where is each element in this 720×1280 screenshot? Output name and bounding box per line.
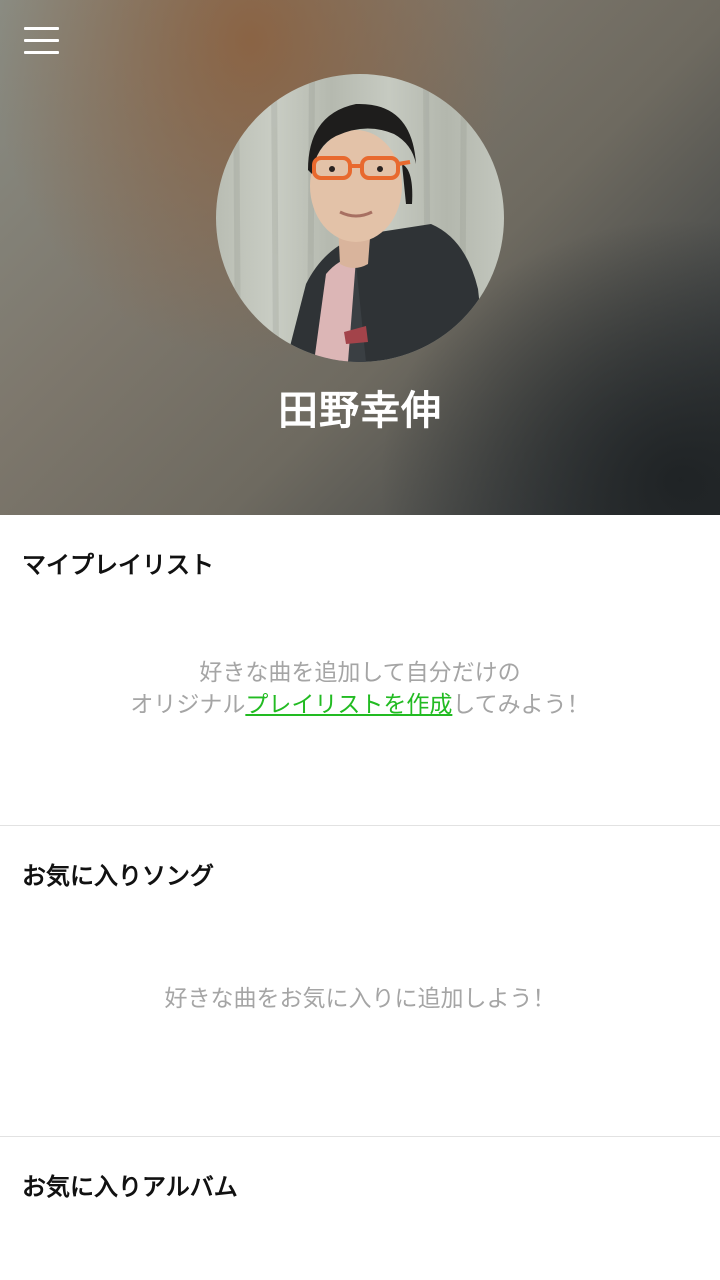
playlist-empty-line1: 好きな曲を追加して自分だけの [199, 660, 521, 686]
menu-bar-bottom [24, 51, 59, 54]
avatar [216, 74, 504, 362]
playlist-empty-suffix: してみよう！ [452, 692, 590, 718]
hamburger-menu-icon[interactable] [24, 26, 59, 56]
menu-bar-top [24, 27, 59, 30]
playlist-empty-prefix: オリジナル [130, 692, 246, 718]
playlist-empty-line2: オリジナルプレイリストを作成してみよう！ [0, 689, 720, 721]
favorite-songs-section: お気に入りソング 好きな曲をお気に入りに追加しよう！ [0, 826, 720, 1137]
section-title-favorite-albums: お気に入りアルバム [22, 1173, 238, 1201]
section-title-my-playlist: マイプレイリスト [22, 551, 214, 579]
favorite-songs-empty-message: 好きな曲をお気に入りに追加しよう！ [164, 986, 556, 1012]
avatar-portrait [233, 74, 486, 362]
create-playlist-link[interactable]: プレイリストを作成 [245, 692, 452, 718]
favorite-albums-section: お気に入りアルバム [0, 1137, 720, 1280]
menu-bar-middle [24, 39, 59, 42]
profile-header: 田野幸伸 [0, 0, 720, 515]
section-title-favorite-songs: お気に入りソング [22, 862, 214, 890]
my-playlist-section: マイプレイリスト 好きな曲を追加して自分だけの オリジナルプレイリストを作成して… [0, 515, 720, 826]
profile-name: 田野幸伸 [278, 388, 442, 434]
playlist-empty-message: 好きな曲を追加して自分だけの オリジナルプレイリストを作成してみよう！ [0, 657, 720, 721]
